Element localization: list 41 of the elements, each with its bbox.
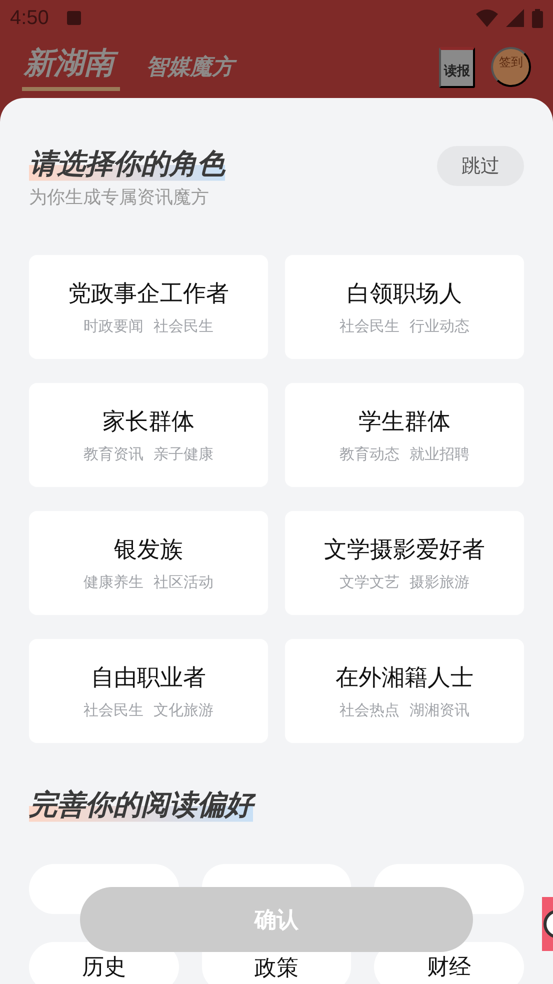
role-card[interactable]: 家长群体 教育资讯 亲子健康 [29, 383, 268, 487]
role-name: 家长群体 [102, 408, 194, 437]
topic-chip[interactable]: 政策 [202, 952, 352, 984]
role-tag: 教育动态 [340, 445, 400, 464]
role-tag: 健康养生 [84, 573, 144, 592]
app-logo: 新湖南 [22, 43, 120, 91]
role-tag: 文化旅游 [154, 701, 214, 720]
role-name: 银发族 [114, 536, 183, 565]
battery-icon [532, 8, 543, 28]
role-tag: 就业招聘 [410, 445, 470, 464]
read-paper-button[interactable]: 读报 [439, 46, 475, 88]
role-name: 在外湘籍人士 [336, 664, 474, 693]
role-tag: 社会民生 [340, 317, 400, 336]
role-card[interactable]: 文学摄影爱好者 文学文艺 摄影旅游 [285, 511, 524, 615]
role-name: 学生群体 [358, 408, 450, 437]
role-tag: 时政要闻 [84, 317, 144, 336]
role-card[interactable]: 白领职场人 社会民生 行业动态 [285, 255, 524, 359]
role-name: 文学摄影爱好者 [324, 536, 485, 565]
status-time: 4:50 [10, 6, 49, 30]
role-tag: 亲子健康 [154, 445, 214, 464]
role-card[interactable]: 银发族 健康养生 社区活动 [29, 511, 268, 615]
role-tag: 社区活动 [154, 573, 214, 592]
role-tag: 社会热点 [340, 701, 400, 720]
role-card[interactable]: 自由职业者 社会民生 文化旅游 [29, 639, 268, 743]
role-tag: 社会民生 [154, 317, 214, 336]
role-card[interactable]: 在外湘籍人士 社会热点 湖湘资讯 [285, 639, 524, 743]
role-tag: 摄影旅游 [410, 573, 470, 592]
role-tag: 文学文艺 [340, 573, 400, 592]
role-tag: 教育资讯 [84, 445, 144, 464]
signal-icon [506, 9, 524, 27]
skip-button[interactable]: 跳过 [437, 146, 524, 186]
role-tag: 湖湘资讯 [410, 701, 470, 720]
wifi-icon [476, 9, 498, 27]
role-name: 自由职业者 [91, 664, 206, 693]
role-name: 白领职场人 [347, 280, 462, 309]
role-card[interactable]: 学生群体 教育动态 就业招聘 [285, 383, 524, 487]
role-tag: 社会民生 [84, 701, 144, 720]
role-tag: 行业动态 [410, 317, 470, 336]
section-subtitle: 为你生成专属资讯魔方 [29, 186, 210, 209]
role-card[interactable]: 党政事企工作者 时政要闻 社会民生 [29, 255, 268, 359]
role-name: 党政事企工作者 [68, 280, 229, 309]
